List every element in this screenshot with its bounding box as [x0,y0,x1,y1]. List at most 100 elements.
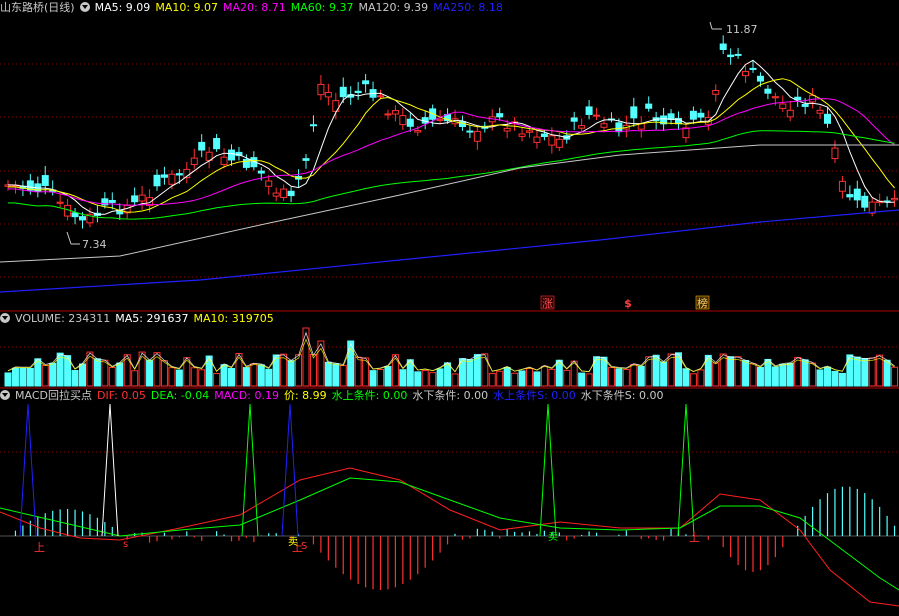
candle [220,148,228,169]
candle [302,153,310,169]
volume-bar [630,363,638,387]
volume-bar [712,362,720,387]
volume-bar [384,365,392,387]
candle [533,129,541,149]
main_panel-indicator-4: MA120: 9.39 [358,1,429,14]
event-mark-bang: 榜 [697,296,708,310]
signal-up-3: 上 [689,531,700,544]
low-price-label: 7.34 [82,238,107,251]
volume-bar [11,367,19,387]
candle [399,108,407,130]
volume-bar [742,359,750,387]
main-panel-header: 山东路桥(日线) MA5: 9.09 MA10: 9.07 MA20: 8.71 MA6… [0,0,513,16]
signal-sell-1: 卖 [288,536,298,548]
candle [689,106,697,125]
high-price-label: 11.87 [726,23,758,36]
candle [108,192,116,210]
stock-title[interactable]: 山东路桥(日线) [0,1,75,14]
candle [213,134,221,152]
candle [228,144,235,166]
volume-bar [794,356,802,387]
candle [116,203,124,220]
volume-bar [436,368,444,387]
candle [727,48,735,65]
candle [682,123,690,143]
volume-bar [585,373,593,387]
event-mark-dollar: $ [624,297,632,310]
event-marker-dollar[interactable]: $ [624,297,632,310]
macd-panel-header: MACD回拉买点 DIF: 0.05 DEA: -0.04 MACD: 0.19 价: … [0,388,673,404]
stock-chart[interactable]: 11.87 7.34 涨 $ 榜 上 s 上 S 卖 卖 上 [0,0,899,616]
candle [339,77,347,103]
candle [652,111,660,130]
volume_panel-indicator-2: MA10: 319705 [193,312,274,325]
dropdown-icon[interactable] [79,2,90,12]
candle [71,208,79,225]
volume-bar [242,367,250,387]
candle [56,194,64,208]
volume-bar [838,372,846,387]
main_panel-indicator-1: MA10: 9.07 [155,1,219,14]
candle [712,84,720,102]
candle [190,148,198,170]
volume-bar [399,369,407,387]
candle [34,176,42,198]
volume_panel-indicator-1: MA5: 291637 [115,312,189,325]
volume-bar [816,369,824,387]
candle [637,116,645,138]
volume-bar [287,360,295,387]
volume-bar [824,366,831,387]
candle [324,83,332,106]
event-marker-zhang[interactable]: 涨 [540,295,555,310]
candle [235,147,243,161]
volume-bar [265,368,273,387]
volume-bar [79,363,86,387]
volume-bar [257,364,265,387]
volume-bar [660,361,668,387]
volume-bar [809,362,817,387]
candle [317,75,325,101]
volume-bar [853,356,861,387]
event-marker-bang[interactable]: 榜 [695,295,710,310]
candle [287,187,295,203]
volume-bars-layer [4,327,899,387]
volume-bar [131,370,139,387]
macd_panel-indicator-2: DEA: -0.04 [150,389,210,402]
signal-up-1: 上 [34,541,45,554]
candle [779,95,787,112]
volume-bar [362,357,370,387]
candle [578,118,586,132]
candle [764,85,772,100]
candle [160,166,168,185]
volume-bar [756,366,764,387]
volume-bar [228,367,235,387]
main_panel-indicator-5: MA250: 8.18 [433,1,503,14]
volume-bar [332,363,340,387]
volume-bar [108,366,116,387]
volume-bar [324,361,332,387]
candle [280,184,288,201]
candle [496,107,504,121]
volume-bar [377,368,384,387]
volume-bar [213,372,221,387]
candle [332,92,340,120]
candle [198,134,206,158]
volume-bar [71,370,79,387]
volume-bar [56,352,64,387]
volume-bar [607,367,615,387]
volume-bar [4,372,12,387]
volume-bar [533,371,541,387]
volume-bar [511,372,519,387]
candle [593,107,601,120]
dropdown-icon[interactable] [0,313,10,323]
candle [667,109,675,125]
candle [742,66,750,84]
volume-bar [26,367,34,387]
volume-bar [466,359,474,387]
volume-bar [309,354,317,387]
candle [183,161,191,184]
candle [868,198,876,217]
dropdown-icon[interactable] [0,390,10,400]
volume-bar [496,370,504,387]
volume-bar [526,367,533,387]
